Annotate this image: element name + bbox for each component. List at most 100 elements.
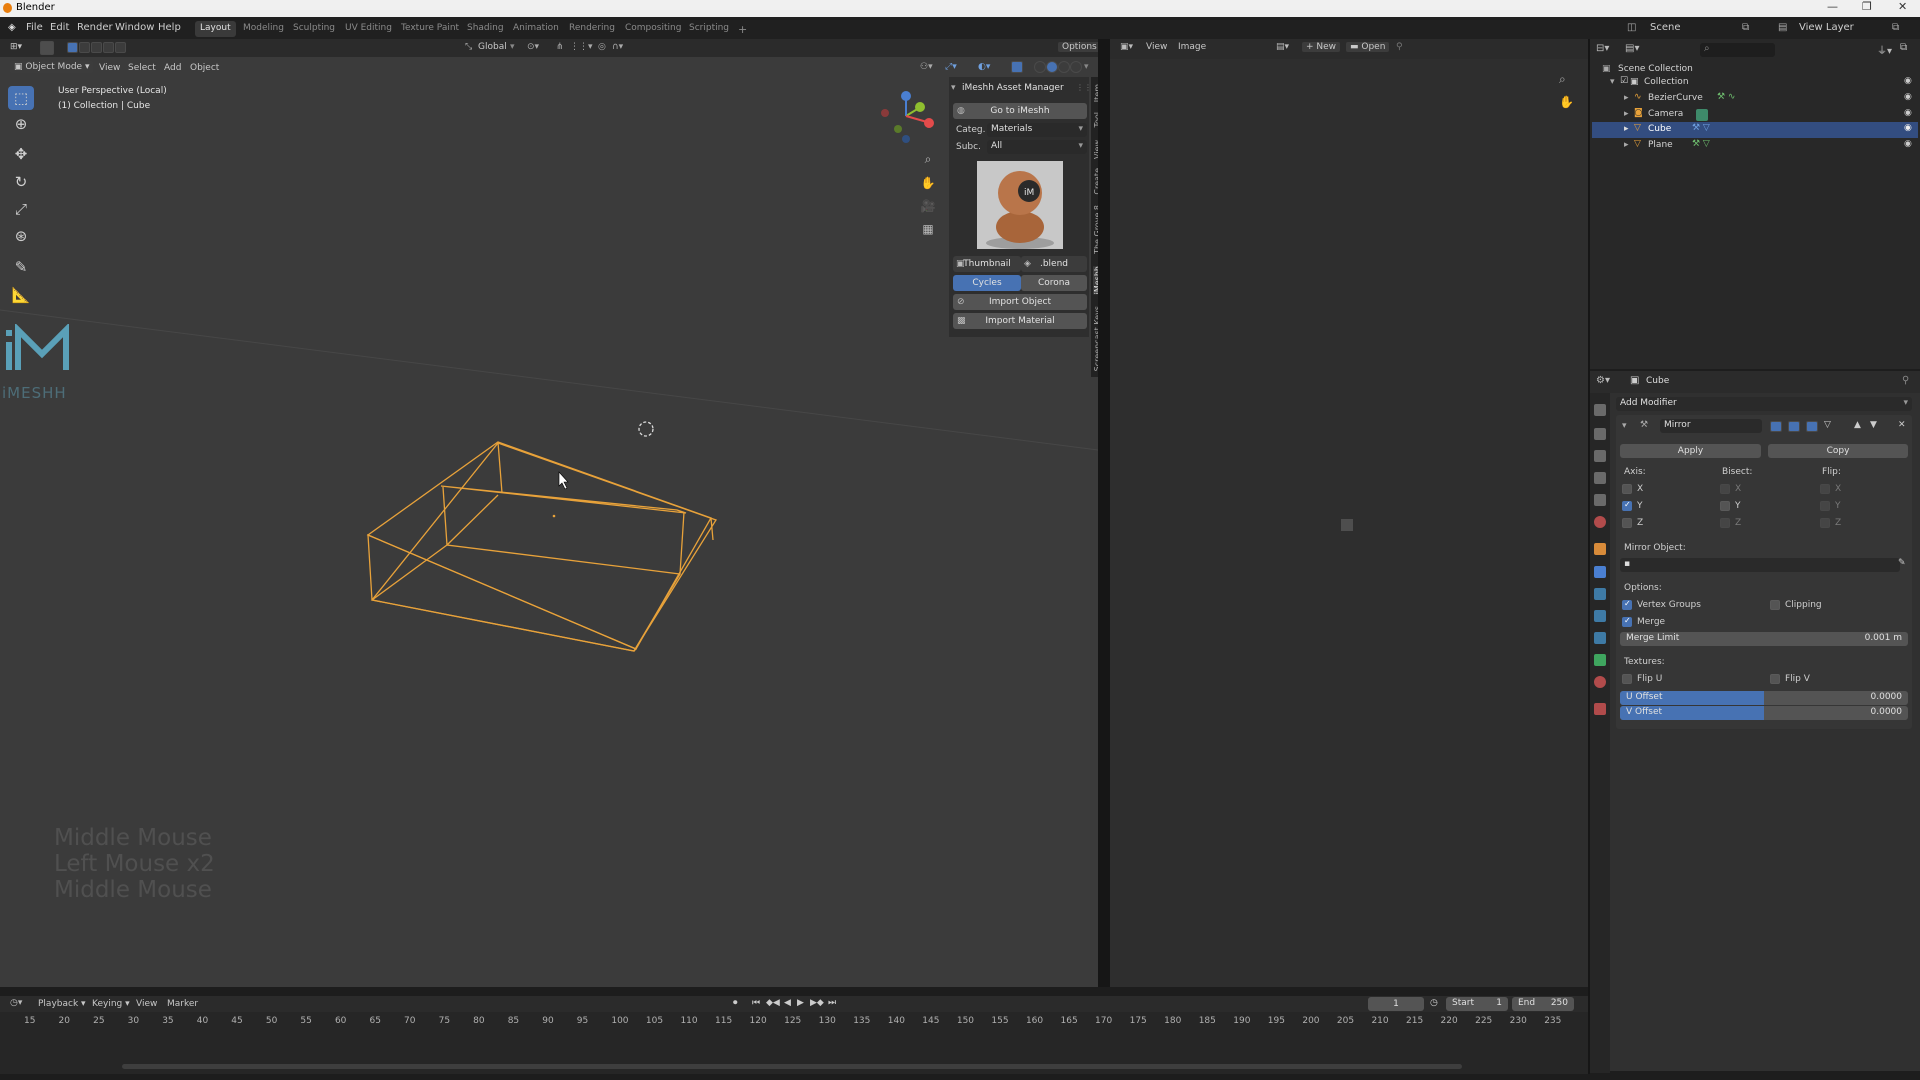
menu-render[interactable]: Render: [77, 22, 113, 33]
flip-z-checkbox[interactable]: [1820, 518, 1830, 528]
flip-x-checkbox[interactable]: [1820, 484, 1830, 494]
panel-collapse-icon[interactable]: ▾: [951, 83, 956, 93]
cage-toggle-icon[interactable]: ▽: [1824, 420, 1831, 430]
modifier-name-input[interactable]: Mirror: [1660, 419, 1762, 433]
blend-button[interactable]: ◈ .blend: [1021, 256, 1087, 272]
extend-selection-icon[interactable]: [79, 42, 90, 53]
outliner-item-beziercurve[interactable]: ▸ ∿ BezierCurve ⚒ ∿ ◉: [1592, 91, 1918, 107]
menu-window[interactable]: Window: [115, 22, 154, 33]
menu-edit[interactable]: Edit: [50, 22, 69, 33]
flip-u-checkbox[interactable]: [1622, 674, 1632, 684]
shading-options-icon[interactable]: ▾: [1084, 62, 1089, 72]
image-editor[interactable]: [1110, 39, 1588, 987]
display-mode-icon[interactable]: ▤▾: [1625, 43, 1639, 54]
menu-keying[interactable]: Keying ▾: [92, 999, 130, 1009]
expand-icon[interactable]: ▸: [1624, 93, 1629, 103]
visibility-eye-icon[interactable]: ◉: [1904, 108, 1912, 118]
import-material-button[interactable]: ▩ Import Material: [953, 313, 1087, 329]
viewport-toggle-icon[interactable]: [1788, 421, 1800, 432]
blender-menu-icon[interactable]: ◈: [8, 22, 16, 33]
area-divider[interactable]: [1098, 39, 1110, 987]
menu-view[interactable]: View: [136, 999, 157, 1009]
view-layer-selector[interactable]: View Layer: [1799, 22, 1854, 33]
stopwatch-icon[interactable]: ◷: [1430, 998, 1438, 1008]
solid-shading-icon[interactable]: [1046, 61, 1058, 73]
menu-select[interactable]: Select: [128, 63, 156, 73]
minimize-icon[interactable]: —: [1827, 0, 1838, 13]
eyedropper-icon[interactable]: ✎: [1898, 558, 1906, 568]
new-scene-icon[interactable]: ⧉: [1742, 22, 1749, 33]
tab-modeling[interactable]: Modeling: [238, 21, 289, 37]
start-frame-field[interactable]: Start 1: [1446, 997, 1508, 1011]
tab-scripting[interactable]: Scripting: [684, 21, 734, 37]
xray-icon[interactable]: [1011, 61, 1023, 73]
remove-modifier-icon[interactable]: ✕: [1898, 420, 1906, 430]
flip-y-checkbox[interactable]: [1820, 501, 1830, 511]
new-collection-icon[interactable]: ⧉: [1900, 42, 1907, 53]
cycles-engine-button[interactable]: Cycles: [953, 275, 1021, 291]
transform-orientation-dropdown[interactable]: Global: [478, 42, 507, 52]
tab-shading[interactable]: Shading: [462, 21, 509, 37]
play-reverse-icon[interactable]: ◀: [784, 998, 791, 1008]
rendered-shading-icon[interactable]: [1070, 61, 1082, 73]
view-layer-tab-icon[interactable]: [1594, 472, 1606, 484]
menu-add[interactable]: Add: [164, 63, 181, 73]
outliner-search-input[interactable]: ⌕: [1700, 43, 1775, 57]
material-shading-icon[interactable]: [1058, 61, 1070, 73]
proportional-edit-icon[interactable]: ◎: [598, 42, 606, 52]
object-tab-icon[interactable]: [1594, 543, 1606, 555]
pivot-point-icon[interactable]: ⊙▾: [527, 42, 539, 52]
menu-image[interactable]: Image: [1178, 42, 1206, 52]
move-up-icon[interactable]: ▲: [1854, 420, 1861, 430]
next-keyframe-icon[interactable]: ▶◆: [810, 998, 824, 1008]
close-icon[interactable]: ✕: [1898, 0, 1907, 13]
cube-selected-wireframe[interactable]: [366, 441, 717, 652]
play-icon[interactable]: ▶: [797, 998, 804, 1008]
apply-button[interactable]: Apply: [1620, 444, 1761, 458]
render-toggle-icon[interactable]: [1806, 421, 1818, 432]
menu-object[interactable]: Object: [190, 63, 219, 73]
tab-rendering[interactable]: Rendering: [564, 21, 620, 37]
tool-tab-icon[interactable]: [1594, 404, 1606, 416]
invert-selection-icon[interactable]: [103, 42, 114, 53]
menu-view[interactable]: View: [99, 63, 120, 73]
outliner-item-collection[interactable]: ▾ ☑ ▣ Collection ◉: [1592, 75, 1918, 91]
material-thumbnail[interactable]: iM: [977, 161, 1063, 249]
panel-grip-icon[interactable]: ⋮⋮: [1076, 83, 1092, 92]
add-workspace-button[interactable]: +: [733, 21, 752, 37]
view-object-types-icon[interactable]: ⚇▾: [920, 62, 933, 72]
visibility-eye-icon[interactable]: ◉: [1904, 123, 1912, 133]
pin-icon[interactable]: ⚲: [1396, 42, 1403, 52]
render-tab-icon[interactable]: [1594, 428, 1606, 440]
current-frame-field[interactable]: 1: [1368, 997, 1424, 1011]
tab-compositing[interactable]: Compositing: [620, 21, 686, 37]
wireframe-shading-icon[interactable]: [1034, 61, 1046, 73]
overlays-icon[interactable]: ◐▾: [978, 62, 990, 72]
texture-tab-icon[interactable]: [1594, 703, 1606, 715]
restore-icon[interactable]: ❐: [1862, 0, 1872, 13]
snap-icon[interactable]: ⋔: [556, 42, 564, 52]
open-image-button[interactable]: ▬ Open: [1346, 42, 1390, 52]
new-view-layer-icon[interactable]: ⧉: [1892, 22, 1899, 33]
physics-tab-icon[interactable]: [1594, 610, 1606, 622]
3d-cursor-icon[interactable]: [638, 421, 654, 437]
intersect-selection-icon[interactable]: [115, 42, 126, 53]
prev-keyframe-icon[interactable]: ◆◀: [766, 998, 780, 1008]
axis-z-checkbox[interactable]: [1622, 518, 1632, 528]
clipping-checkbox[interactable]: [1770, 600, 1780, 610]
tab-animation[interactable]: Animation: [508, 21, 564, 37]
scene-tab-icon[interactable]: [1594, 494, 1606, 506]
outliner-item-plane[interactable]: ▸ ▽ Plane ⚒ ▽ ◉: [1592, 138, 1918, 154]
menu-help[interactable]: Help: [158, 22, 181, 33]
data-tab-icon[interactable]: [1594, 654, 1606, 666]
axis-x-checkbox[interactable]: [1622, 484, 1632, 494]
axis-y-checkbox[interactable]: [1622, 500, 1632, 511]
flip-v-checkbox[interactable]: [1770, 674, 1780, 684]
gizmo-icon[interactable]: ⤢▾: [945, 62, 957, 72]
jump-start-icon[interactable]: ⏮: [752, 998, 760, 1008]
timeline-type-icon[interactable]: ◷▾: [10, 998, 22, 1008]
timeline-scrollbar[interactable]: [122, 1064, 1462, 1069]
image-zoom-icon[interactable]: ⌕: [1559, 72, 1566, 87]
tab-texture-paint[interactable]: Texture Paint: [396, 21, 464, 37]
outliner-item-cube[interactable]: ▸ ▽ Cube ⚒ ▽ ◉: [1592, 122, 1918, 138]
